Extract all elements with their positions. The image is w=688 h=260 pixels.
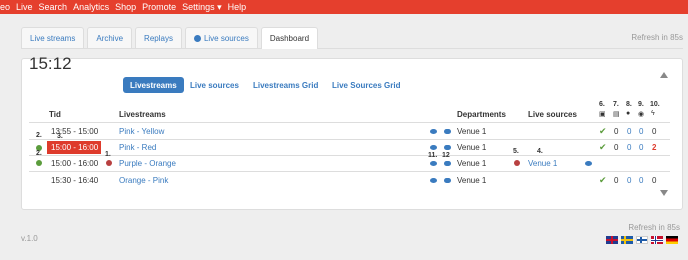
row1-name[interactable]: Pink - Yellow: [119, 127, 164, 136]
row4-name[interactable]: Orange - Pink: [119, 176, 168, 185]
annotation-4: 4.: [537, 148, 543, 155]
video-icon: ▣: [599, 111, 606, 118]
chat-icon[interactable]: [444, 178, 451, 183]
bolt-icon: ϟ: [651, 110, 655, 117]
norway-flag-icon[interactable]: [651, 236, 663, 244]
header-c10: 10.: [650, 101, 660, 108]
row3-time: 15:00 - 16:00: [51, 159, 99, 168]
tab-dashboard[interactable]: Dashboard: [260, 27, 319, 49]
save-icon: ▤: [613, 111, 620, 118]
chat-icon[interactable]: [444, 145, 451, 150]
clock: 15:12: [29, 54, 72, 73]
row3-department: Venue 1: [457, 159, 487, 168]
row4-c10: 0: [652, 176, 657, 185]
nav-promote[interactable]: Promote: [142, 2, 176, 12]
nav-settings[interactable]: Settings ▾: [182, 2, 222, 13]
user-icon: ●: [626, 110, 631, 117]
header-c9: 9.: [638, 101, 644, 108]
pill-livestreams[interactable]: Livestreams: [123, 77, 184, 93]
tab-live-streams[interactable]: Live streams: [21, 27, 85, 48]
germany-flag-icon[interactable]: [666, 236, 678, 244]
annotation-1: 1.: [105, 151, 111, 158]
language-flags: [603, 236, 678, 244]
eye-icon[interactable]: [430, 178, 437, 183]
row1-c9[interactable]: 0: [639, 127, 643, 136]
row1-c7: 0: [614, 127, 619, 136]
scroll-down-icon[interactable]: [660, 190, 668, 196]
header-live-sources: Live sources: [528, 110, 577, 119]
annotation-3: 3.: [57, 133, 63, 140]
eye-icon[interactable]: [585, 161, 592, 166]
row1-department: Venue 1: [457, 127, 487, 136]
eye-icon[interactable]: [430, 129, 437, 134]
check-icon: ✔: [599, 142, 607, 152]
header-tid: Tid: [49, 110, 61, 119]
row2-name[interactable]: Pink - Red: [119, 143, 156, 152]
globe-icon: [193, 34, 201, 42]
row4-department: Venue 1: [457, 176, 487, 185]
refresh-countdown: Refresh in 85s: [631, 33, 683, 42]
header-departments: Departments: [457, 110, 506, 119]
status-dot-red: [106, 160, 112, 166]
tab-live-sources[interactable]: Live sources: [184, 27, 258, 48]
row-divider: [29, 155, 670, 156]
nav-help[interactable]: Help: [228, 2, 247, 12]
annotation-2a: 2.: [36, 132, 42, 139]
annotation-12: 12: [442, 152, 450, 159]
chat-icon[interactable]: [444, 161, 451, 166]
annotation-2b: 2.: [36, 150, 42, 157]
row2-c8[interactable]: 0: [627, 143, 631, 152]
header-divider: [29, 122, 670, 123]
annotation-11: 11.: [428, 152, 438, 159]
row3-name[interactable]: Purple - Orange: [119, 159, 176, 168]
nav-analytics[interactable]: Analytics: [73, 2, 109, 12]
sweden-flag-icon[interactable]: [621, 236, 633, 244]
header-c6: 6.: [599, 101, 605, 108]
scroll-up-icon[interactable]: [660, 72, 668, 78]
status-dot-green: [36, 160, 42, 166]
nav-shop[interactable]: Shop: [115, 2, 136, 12]
chat-icon[interactable]: [444, 129, 451, 134]
finland-flag-icon[interactable]: [636, 236, 648, 244]
top-navbar: eo Live Search Analytics Shop Promote Se…: [0, 0, 688, 14]
nav-search[interactable]: Search: [39, 2, 68, 12]
nav-live[interactable]: Live: [16, 2, 33, 12]
row2-c9[interactable]: 0: [639, 143, 643, 152]
header-livestreams: Livestreams: [119, 110, 166, 119]
tab-archive[interactable]: Archive: [87, 27, 133, 48]
pill-live-sources[interactable]: Live sources: [190, 77, 239, 93]
version-label: v.1.0: [21, 234, 38, 243]
row4-time: 15:30 - 16:40: [51, 176, 99, 185]
pill-live-sources-grid[interactable]: Live Sources Grid: [332, 77, 400, 93]
main-content: Live streams Archive Replays Live source…: [21, 27, 683, 49]
header-c7: 7.: [613, 101, 619, 108]
tab-live-sources-label: Live sources: [203, 33, 249, 43]
check-icon: ✔: [599, 126, 607, 136]
eye-icon[interactable]: [430, 161, 437, 166]
check-icon: ✔: [599, 175, 607, 185]
comment-icon: ◉: [638, 111, 645, 118]
row1-c8[interactable]: 0: [627, 127, 631, 136]
row2-time: 15:00 - 16:00: [51, 143, 99, 152]
row2-department: Venue 1: [457, 143, 487, 152]
row-divider: [29, 139, 670, 140]
row4-c8[interactable]: 0: [627, 176, 631, 185]
header-c8: 8.: [626, 101, 632, 108]
row4-c7: 0: [614, 176, 619, 185]
uk-flag-icon[interactable]: [606, 236, 618, 244]
refresh-countdown-bottom: Refresh in 85s: [628, 223, 680, 232]
row2-c7: 0: [614, 143, 619, 152]
pill-livestreams-grid[interactable]: Livestreams Grid: [253, 77, 318, 93]
row4-c9[interactable]: 0: [639, 176, 643, 185]
row1-c10: 0: [652, 127, 657, 136]
tab-bar: Live streams Archive Replays Live source…: [21, 27, 683, 49]
row2-c10: 2: [652, 143, 657, 152]
row-divider: [29, 171, 670, 172]
annotation-5: 5.: [513, 148, 519, 155]
eye-icon[interactable]: [430, 145, 437, 150]
tab-replays[interactable]: Replays: [135, 27, 182, 48]
nav-brand[interactable]: eo: [0, 2, 10, 12]
row3-source[interactable]: Venue 1: [528, 159, 557, 168]
status-dot-red: [514, 160, 520, 166]
